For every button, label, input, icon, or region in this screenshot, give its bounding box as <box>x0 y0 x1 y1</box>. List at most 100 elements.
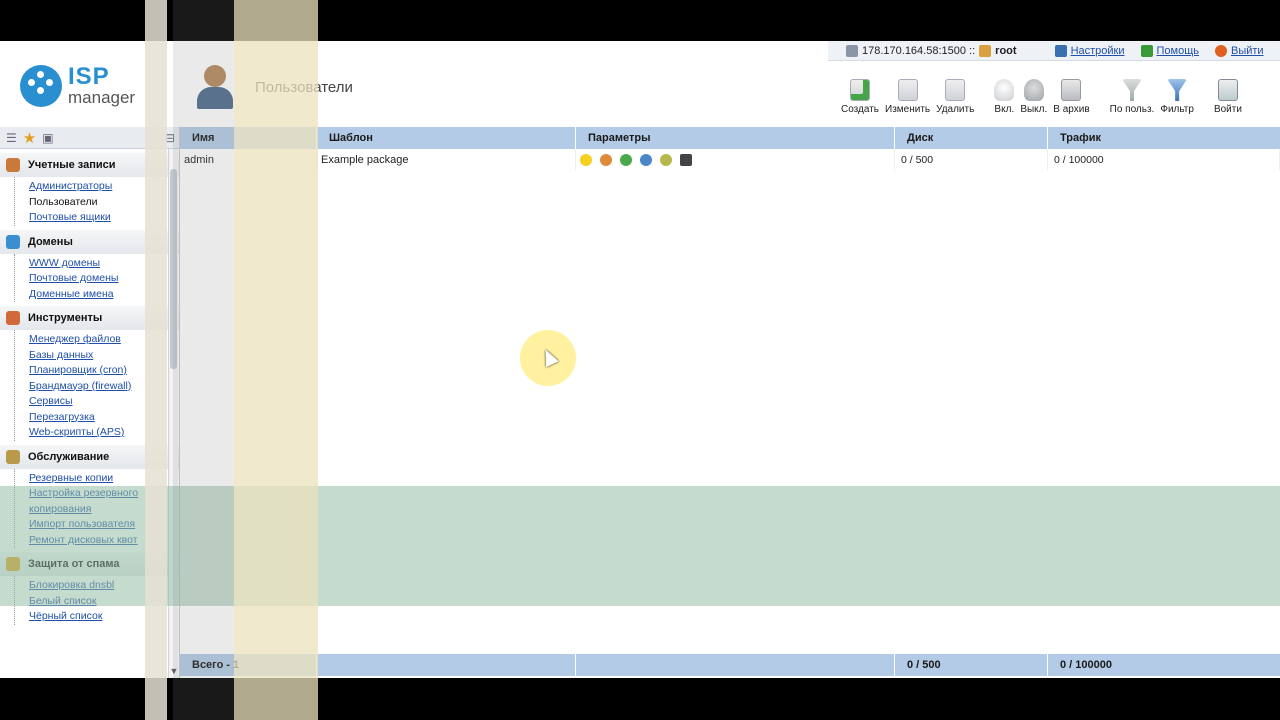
help-link[interactable]: Помощь <box>1157 45 1200 57</box>
table-header: Имя Шаблон Параметры Диск Трафик <box>180 127 1280 149</box>
sidebar-scrollbar[interactable]: ▼ <box>168 149 178 678</box>
enable-button[interactable]: Вкл. <box>991 75 1017 115</box>
table-footer: Всего - 1 0 / 500 0 / 100000 <box>180 654 1280 676</box>
ssl-icon <box>660 154 672 166</box>
favorites-star-icon[interactable]: ★ <box>23 129 36 147</box>
php-icon <box>620 154 632 166</box>
sidebar-toolbar: ☰ ★ ▣ ⊟ <box>0 127 179 149</box>
scroll-down-icon[interactable]: ▼ <box>169 666 179 676</box>
table-row[interactable]: admin Example package 0 / 500 0 / 100000 <box>180 149 1280 171</box>
delete-button[interactable]: Удалить <box>933 75 977 115</box>
sidebar-link[interactable]: Администраторы <box>29 179 179 195</box>
sidebar-link[interactable]: Настройка резервного копирования <box>29 486 179 517</box>
funnel-user-icon <box>1121 79 1142 101</box>
top-info-bar: 178.170.164.58:1500 :: root Настройки По… <box>828 41 1280 61</box>
sidebar-links: Менеджер файлов Базы данных Планировщик (c… <box>14 330 179 441</box>
sidebar-link[interactable]: Планировщик (cron) <box>29 363 179 379</box>
sidebar-menu: Учетные записи Администраторы Пользователи… <box>0 153 179 625</box>
col-header-template[interactable]: Шаблон <box>317 127 576 149</box>
sidebar-links: Блокировка dnsbl Белый список Чёрный списо… <box>14 576 179 625</box>
section-title: Защита от спама <box>28 558 120 570</box>
sidebar-section-4[interactable]: Защита от спама <box>0 552 179 576</box>
scrollbar-thumb[interactable] <box>170 169 177 369</box>
section-icon <box>6 234 20 249</box>
sidebar-link[interactable]: Почтовые ящики <box>29 210 179 226</box>
section-title: Обслуживание <box>28 450 110 463</box>
section-title: Домены <box>28 235 73 248</box>
ispmanager-window: 178.170.164.58:1500 :: root Настройки По… <box>0 41 1280 678</box>
bulb-icon <box>580 154 592 166</box>
filter-button[interactable]: Фильтр <box>1157 75 1197 115</box>
col-header-disk[interactable]: Диск <box>895 127 1048 149</box>
section-title: Инструменты <box>28 312 103 324</box>
settings-link[interactable]: Настройки <box>1071 45 1125 57</box>
toolbar: Создать Изменить Удалить Вкл. Выкл. В ар… <box>838 75 1245 115</box>
ssi-icon <box>600 154 612 166</box>
sidebar-link[interactable]: WWW домены <box>29 256 179 272</box>
page-header: Пользователи <box>195 63 353 111</box>
sidebar-links: Резервные копии Настройка резервного копи… <box>14 468 179 549</box>
total-traffic: 0 / 100000 <box>1060 659 1112 671</box>
edit-icon <box>897 79 918 101</box>
sidebar-link[interactable]: Перезагрузка <box>29 410 179 426</box>
funnel-icon <box>1167 79 1188 101</box>
create-icon <box>850 79 870 101</box>
cgi-icon <box>640 154 652 166</box>
archive-button[interactable]: В архив <box>1050 75 1092 115</box>
sidebar-link[interactable]: Импорт пользователя <box>29 517 179 533</box>
sidebar-section-0[interactable]: Учетные записи <box>0 153 179 177</box>
traffic-cell: 0 / 100000 <box>1048 149 1280 171</box>
section-icon <box>6 557 20 571</box>
sidebar-link[interactable]: Менеджер файлов <box>29 332 179 348</box>
briefcase-icon[interactable]: ▣ <box>42 131 53 145</box>
archive-icon <box>1061 79 1082 101</box>
sidebar-link[interactable]: Сервисы <box>29 394 179 410</box>
sidebar-link[interactable]: Доменные имена <box>29 287 179 303</box>
users-table: Имя Шаблон Параметры Диск Трафик admin E… <box>180 127 1280 678</box>
section-icon <box>6 311 20 325</box>
edit-button[interactable]: Изменить <box>882 75 933 115</box>
total-count: Всего - 1 <box>180 654 317 676</box>
logout-icon <box>1215 44 1227 57</box>
help-icon <box>1140 44 1153 57</box>
sidebar-section-3[interactable]: Обслуживание <box>0 444 179 469</box>
params-cell <box>576 149 895 171</box>
sidebar-links: Администраторы Пользователи Почтовые ящики <box>14 177 179 226</box>
collapse-icon[interactable]: ⊟ <box>165 131 175 145</box>
login-button[interactable]: Войти <box>1211 75 1245 115</box>
sidebar-link[interactable]: Блокировка dnsbl <box>29 578 179 594</box>
shell-icon <box>680 154 692 166</box>
sidebar: ☰ ★ ▣ ⊟ Учетные записи Администраторы Поль… <box>0 127 180 678</box>
sidebar-link[interactable]: Резервные копии <box>29 471 179 487</box>
menu-tree-icon[interactable]: ☰ <box>6 131 17 145</box>
section-icon <box>6 449 20 464</box>
sidebar-link[interactable]: Чёрный список <box>29 609 179 625</box>
sidebar-link[interactable]: Брандмауэр (firewall) <box>29 379 179 395</box>
col-header-traffic[interactable]: Трафик <box>1048 127 1280 149</box>
sidebar-section-1[interactable]: Домены <box>0 229 179 254</box>
disable-button[interactable]: Выкл. <box>1017 75 1050 115</box>
page-title: Пользователи <box>255 78 353 96</box>
sidebar-link[interactable]: Почтовые домены <box>29 271 179 287</box>
server-icon <box>846 44 858 57</box>
col-header-params[interactable]: Параметры <box>576 127 895 149</box>
settings-icon <box>1054 44 1067 57</box>
create-button[interactable]: Создать <box>838 75 882 115</box>
logo-manager-text: manager <box>68 88 136 107</box>
sidebar-link[interactable]: Пользователи <box>29 195 179 211</box>
filter-by-user-button[interactable]: По польз. <box>1107 75 1158 115</box>
current-user: root <box>995 44 1017 57</box>
logo-isp-text: ISP <box>68 63 110 90</box>
sidebar-link[interactable]: Ремонт дисковых квот <box>29 533 179 549</box>
sidebar-section-2[interactable]: Инструменты <box>0 306 179 330</box>
template-cell: Example package <box>317 149 576 171</box>
total-disk: 0 / 500 <box>895 654 1048 676</box>
bulb-off-icon <box>1023 79 1044 101</box>
sidebar-link[interactable]: Базы данных <box>29 348 179 364</box>
sidebar-link[interactable]: Белый список <box>29 594 179 610</box>
col-header-name[interactable]: Имя <box>180 127 317 149</box>
sidebar-link[interactable]: Web-скрипты (APS) <box>29 425 179 441</box>
user-name-cell[interactable]: admin <box>180 149 317 171</box>
sidebar-links: WWW домены Почтовые домены Доменные имена <box>14 253 179 303</box>
logout-link[interactable]: Выйти <box>1231 45 1264 57</box>
